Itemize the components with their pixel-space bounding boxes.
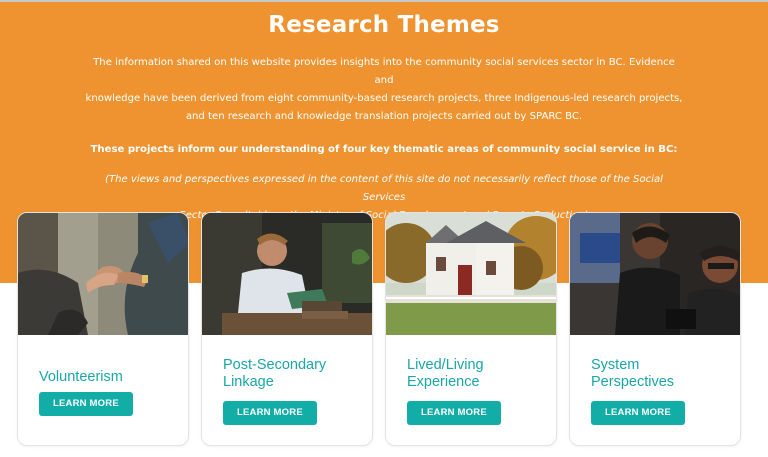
- card-title-line: Lived/Living: [407, 357, 484, 373]
- card-title: System Perspectives: [591, 357, 674, 391]
- themes-lead-in: These projects inform our understanding …: [90, 144, 678, 155]
- card-title: Lived/Living Experience: [407, 357, 484, 391]
- card-title: Post-Secondary Linkage: [223, 357, 326, 391]
- post-secondary-photo: [202, 213, 372, 335]
- system-perspectives-photo: [570, 213, 740, 335]
- card-title-line: Experience: [407, 374, 480, 390]
- learn-more-button-post-secondary[interactable]: LEARN MORE: [223, 401, 317, 425]
- card-title-line: Linkage: [223, 374, 274, 390]
- intro-line: knowledge have been derived from eight c…: [85, 93, 683, 104]
- theme-card-post-secondary-linkage: Post-Secondary Linkage LEARN MORE: [201, 212, 373, 446]
- lived-experience-photo: [386, 213, 556, 335]
- volunteerism-photo: [18, 213, 188, 335]
- card-title-line: Post-Secondary: [223, 357, 327, 373]
- theme-card-system-perspectives: System Perspectives LEARN MORE: [569, 212, 741, 446]
- card-title-line: System: [591, 357, 640, 373]
- card-title-line: Volunteerism: [39, 369, 123, 385]
- theme-card-volunteerism: Volunteerism LEARN MORE: [17, 212, 189, 446]
- disclaimer-line: (The views and perspectives expressed in…: [105, 174, 663, 203]
- intro-line: and ten research and knowledge translati…: [185, 111, 583, 122]
- card-title-line: Perspectives: [591, 374, 675, 390]
- learn-more-button-volunteerism[interactable]: LEARN MORE: [39, 392, 133, 416]
- intro-line: The information shared on this website p…: [93, 57, 675, 86]
- theme-card-lived-living-experience: Lived/Living Experience LEARN MORE: [385, 212, 557, 446]
- learn-more-button-system-perspectives[interactable]: LEARN MORE: [591, 401, 685, 425]
- card-title: Volunteerism: [39, 369, 123, 386]
- page-title: Research Themes: [268, 12, 500, 38]
- intro-paragraph: The information shared on this website p…: [84, 54, 684, 126]
- learn-more-button-lived-experience[interactable]: LEARN MORE: [407, 401, 501, 425]
